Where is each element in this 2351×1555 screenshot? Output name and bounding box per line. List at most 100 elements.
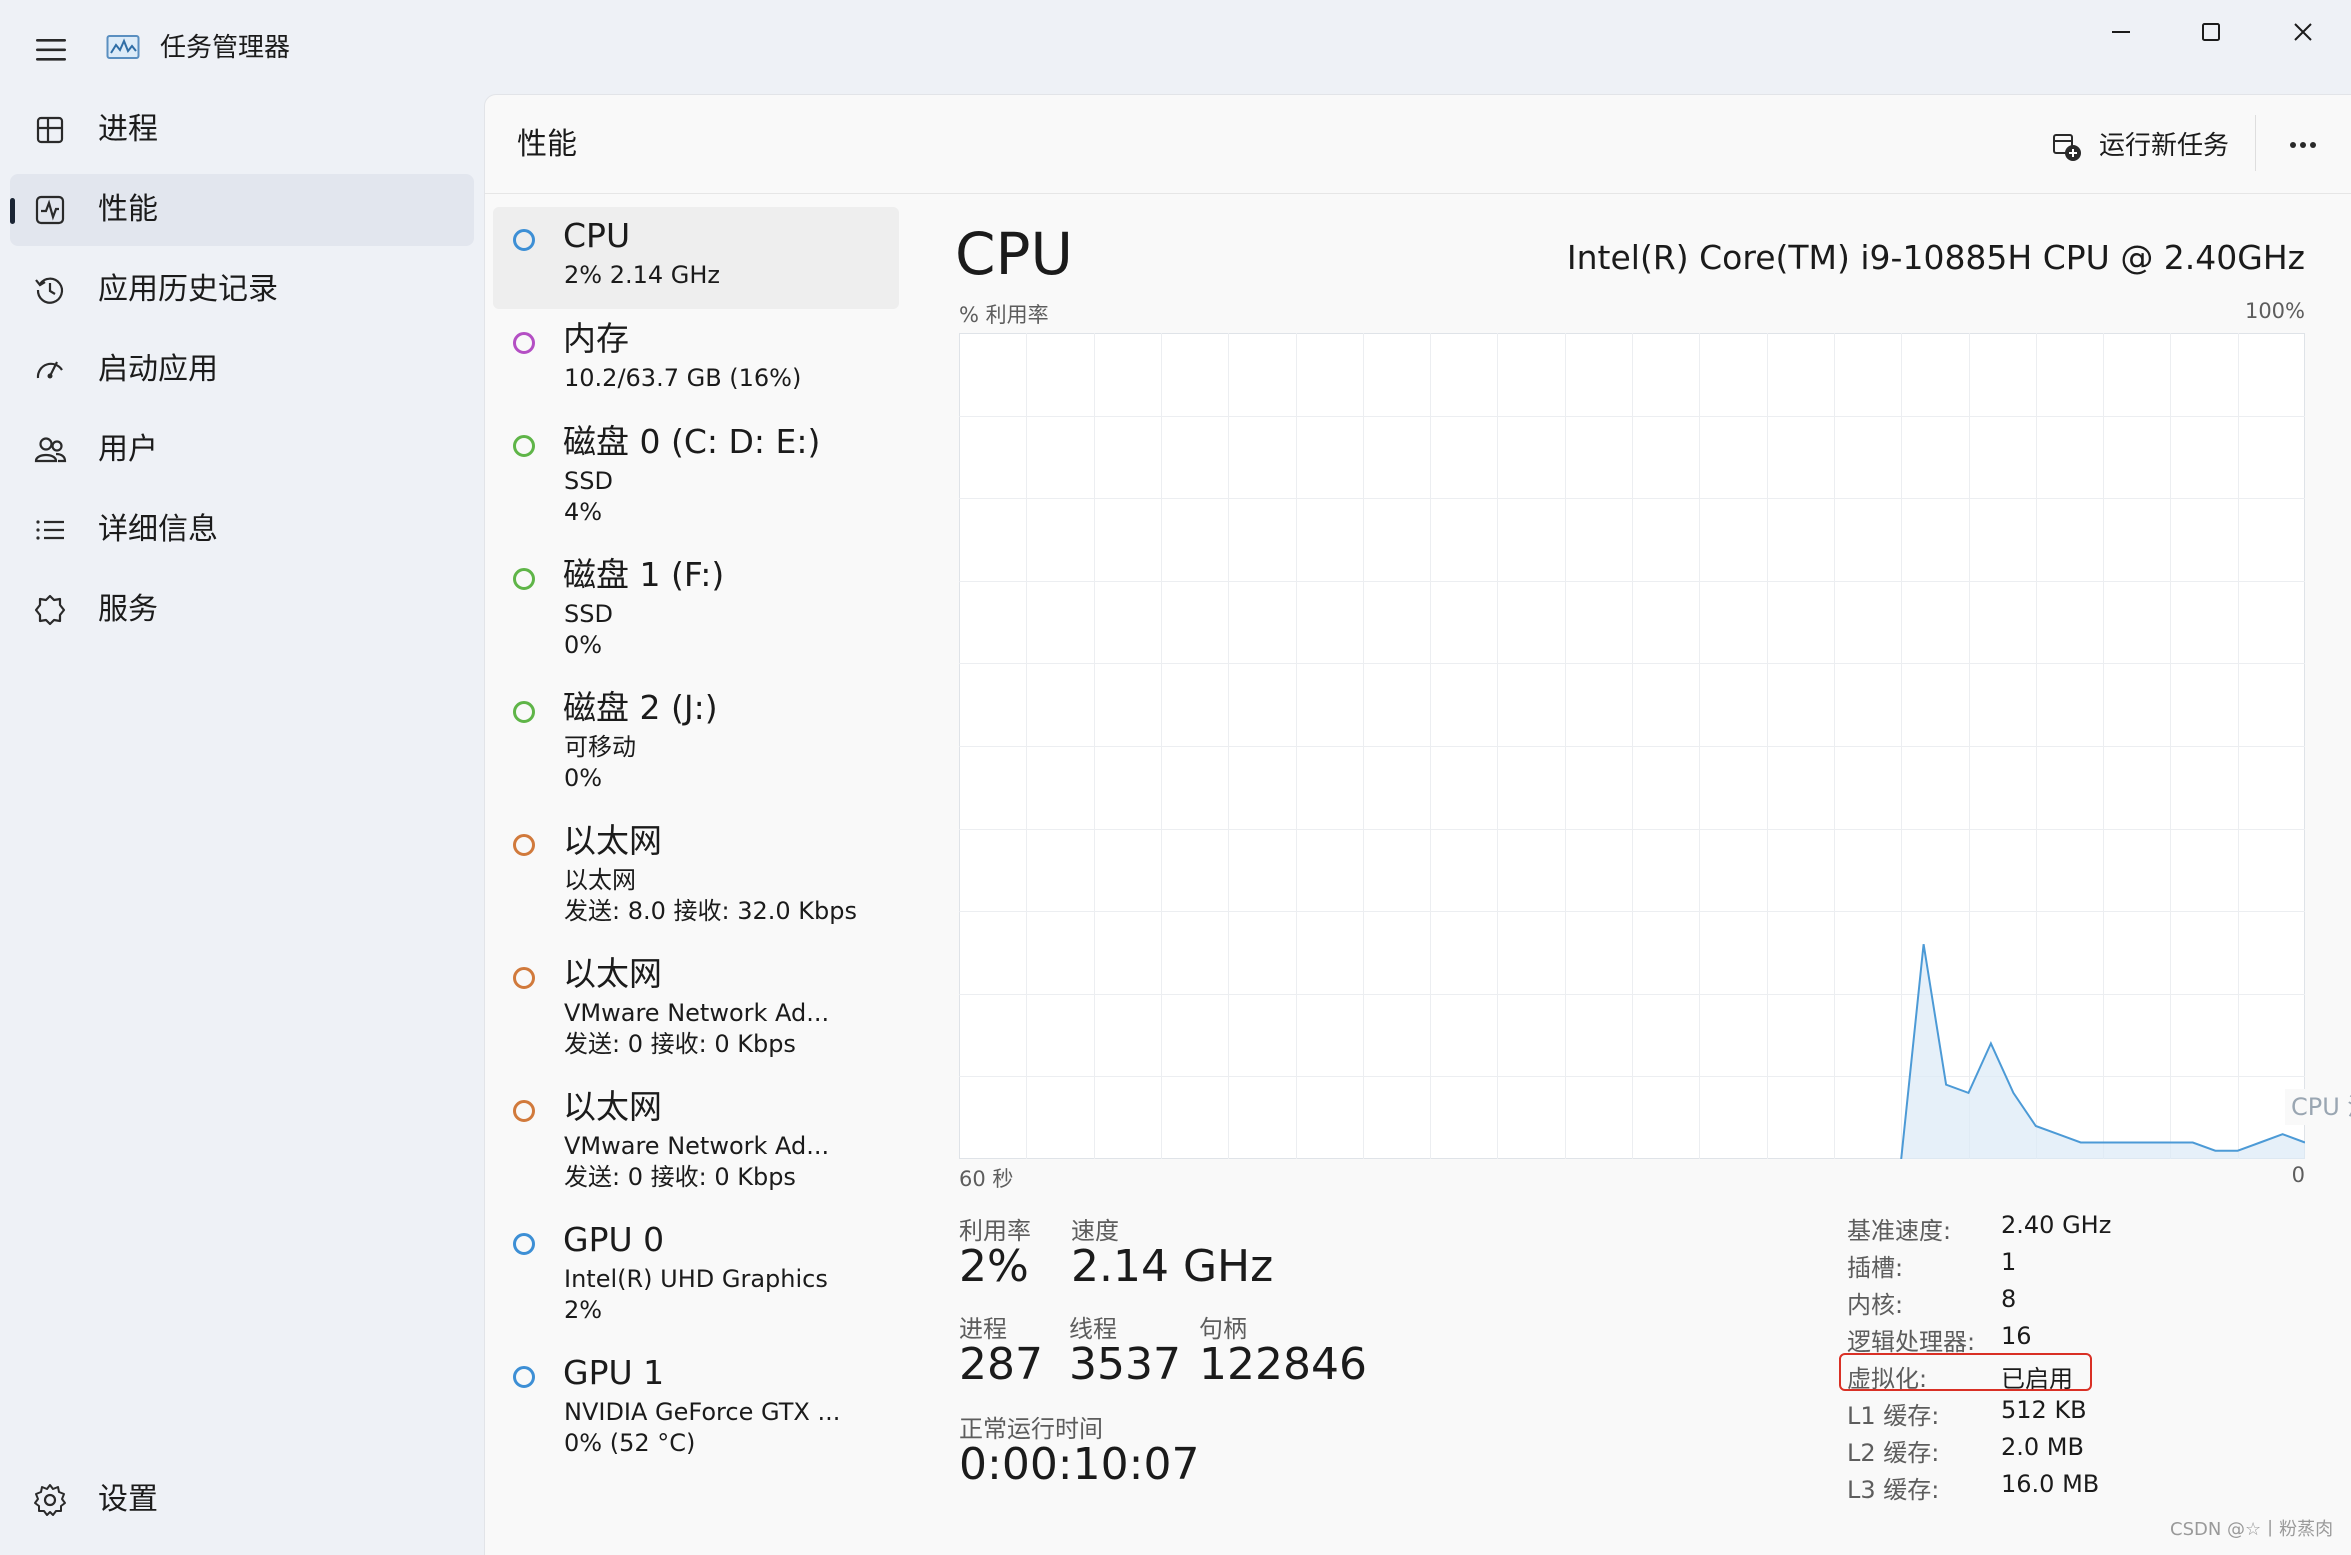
utilization-value: 2% [959,1241,1029,1292]
device-item-ethernet-2[interactable]: 以太网 VMware Network Ad... 发送: 0 接收: 0 Kbp… [493,945,899,1073]
hamburger-menu-button[interactable] [22,28,78,72]
minimize-icon [2112,31,2130,33]
status-dot [513,332,535,354]
device-name: 磁盘 1 (F:) [563,555,725,594]
l1-cache-label: L1 缓存: [1847,1402,1940,1430]
device-detail: NVIDIA GeForce GTX ... [564,1398,841,1426]
device-item-cpu[interactable]: CPU 2% 2.14 GHz [493,207,899,309]
uptime-value: 0:00:10:07 [959,1439,1200,1490]
graph-overlay-label: CPU 温 [2285,1089,2351,1125]
sockets-label: 插槽: [1847,1254,1904,1282]
device-detail: SSD [564,600,613,628]
device-name: 磁盘 0 (C: D: E:) [563,422,821,461]
run-new-task-label: 运行新任务 [2099,131,2230,161]
base-speed-value: 2.40 GHz [2001,1211,2112,1239]
page-title: 性能 [517,127,577,162]
sidebar-item-label: 启动应用 [98,352,218,387]
sidebar-item-processes[interactable]: 进程 [10,94,474,166]
status-dot [513,1233,535,1255]
device-detail: 以太网 [564,866,636,894]
sidebar-item-settings[interactable]: 设置 [10,1464,474,1536]
l1-cache-value: 512 KB [2001,1396,2087,1424]
l2-cache-value: 2.0 MB [2001,1433,2084,1461]
sidebar-item-label: 应用历史记录 [98,272,278,307]
close-button[interactable] [2258,0,2348,64]
graph-x-left-label: 60 秒 [959,1167,1014,1191]
graph-y-label: % 利用率 [959,303,1049,327]
speed-value: 2.14 GHz [1071,1241,1274,1292]
device-value: 发送: 0 接收: 0 Kbps [564,1030,796,1058]
l3-cache-value: 16.0 MB [2001,1470,2100,1498]
logical-processors-value: 16 [2001,1322,2032,1350]
more-icon [2290,142,2316,148]
more-options-button[interactable] [2275,119,2331,171]
sidebar: 进程 性能 应用历史记录 启动应用 用户 详细信息 服务 设置 [0,94,484,1546]
status-dot [513,967,535,989]
device-item-gpu-0[interactable]: GPU 0 Intel(R) UHD Graphics 2% [493,1211,899,1339]
device-detail: 可移动 [564,733,636,761]
sidebar-item-label: 设置 [98,1482,158,1517]
header-divider [2255,115,2256,171]
device-item-memory[interactable]: 内存 10.2/63.7 GB (16%) [493,310,899,412]
watermark: CSDN @☆丨粉蒸肉 [2170,1519,2334,1540]
device-value: 0% (52 °C) [564,1429,696,1457]
processes-icon [36,116,64,144]
device-detail: Intel(R) UHD Graphics [564,1265,828,1293]
sidebar-item-details[interactable]: 详细信息 [10,494,474,566]
sidebar-item-label: 服务 [98,592,158,627]
cpu-graph-svg [959,333,2305,1159]
device-item-disk-0[interactable]: 磁盘 0 (C: D: E:) SSD 4% [493,413,899,541]
run-new-task-button[interactable]: 运行新任务 [2051,121,2231,169]
device-name: 磁盘 2 (J:) [563,688,718,727]
cores-value: 8 [2001,1285,2017,1313]
device-name: 以太网 [563,821,662,860]
device-value: 0% [564,764,603,792]
threads-value: 3537 [1069,1339,1181,1390]
startup-icon [36,361,63,379]
services-icon [34,594,66,626]
performance-icon [35,195,65,225]
status-dot [513,834,535,856]
virtualization-label: 虚拟化: [1847,1365,1928,1393]
graph-x-right-label: 0 [2291,1163,2305,1187]
status-dot [513,435,535,457]
device-item-disk-1[interactable]: 磁盘 1 (F:) SSD 0% [493,546,899,674]
l3-cache-label: L3 缓存: [1847,1476,1940,1504]
users-icon [34,437,67,463]
sidebar-item-users[interactable]: 用户 [10,414,474,486]
logical-processors-label: 逻辑处理器: [1847,1328,1976,1356]
maximize-button[interactable] [2166,0,2256,64]
sidebar-item-label: 性能 [98,192,158,227]
sidebar-item-services[interactable]: 服务 [10,574,474,646]
device-item-gpu-1[interactable]: GPU 1 NVIDIA GeForce GTX ... 0% (52 °C) [493,1344,899,1472]
sidebar-item-performance[interactable]: 性能 [10,174,474,246]
title-bar: 任务管理器 [0,0,2351,90]
base-speed-label: 基准速度: [1847,1217,1952,1245]
device-item-ethernet-3[interactable]: 以太网 VMware Network Ad... 发送: 0 接收: 0 Kbp… [493,1078,899,1206]
status-dot [513,1100,535,1122]
cpu-title: CPU [955,220,1073,288]
device-value: 2% [564,1296,603,1324]
status-dot [513,1366,535,1388]
device-detail: 2% 2.14 GHz [564,261,721,289]
device-name: CPU [563,216,631,255]
sidebar-item-label: 详细信息 [98,512,218,547]
device-name: GPU 1 [563,1353,665,1392]
device-value: 发送: 0 接收: 0 Kbps [564,1163,796,1191]
device-name: 内存 [563,319,629,358]
device-value: 0% [564,631,603,659]
sidebar-item-startup[interactable]: 启动应用 [10,334,474,406]
content-panel: 性能 运行新任务 CPU 2% 2.14 GHz 内存 10.2/63.7 GB… [484,94,2351,1555]
l2-cache-label: L2 缓存: [1847,1439,1940,1467]
device-detail: VMware Network Ad... [564,999,830,1027]
device-item-ethernet-1[interactable]: 以太网 以太网 发送: 8.0 接收: 32.0 Kbps [493,812,899,940]
status-dot [513,229,535,251]
app-icon [106,33,140,61]
sockets-value: 1 [2001,1248,2017,1276]
device-item-disk-2[interactable]: 磁盘 2 (J:) 可移动 0% [493,679,899,807]
sidebar-item-app-history[interactable]: 应用历史记录 [10,254,474,326]
minimize-button[interactable] [2076,0,2166,64]
device-value: 4% [564,498,603,526]
close-icon [2294,23,2312,41]
device-name: 以太网 [563,954,662,993]
